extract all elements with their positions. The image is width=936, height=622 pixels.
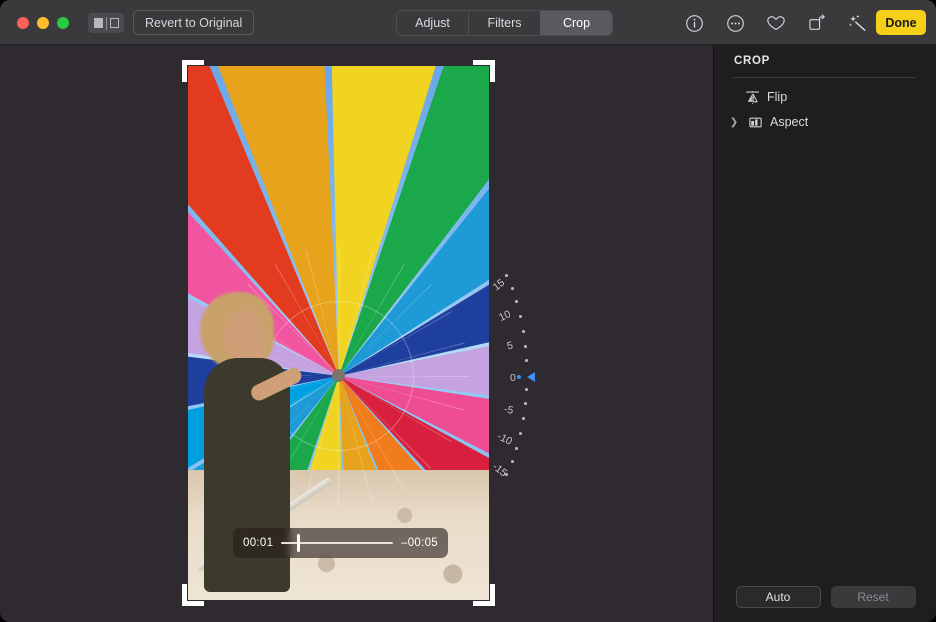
video-scrubber[interactable]: 00:01 –00:05 bbox=[233, 528, 448, 558]
compare-divider bbox=[106, 17, 107, 30]
photo-preview: 00:01 –00:05 bbox=[188, 66, 489, 600]
sidebar-action-buttons: Auto Reset bbox=[714, 586, 936, 608]
sidebar-section-title: CROP bbox=[734, 55, 770, 67]
editor-canvas: 00:01 –00:05 15 10 5 0 -5 -10 -15 bbox=[0, 45, 713, 622]
dial-tick-15: 15 bbox=[491, 277, 508, 294]
sidebar-divider bbox=[733, 77, 916, 78]
crop-frame[interactable]: 00:01 –00:05 bbox=[188, 66, 489, 600]
compare-view-icon[interactable] bbox=[88, 13, 124, 33]
tab-filters[interactable]: Filters bbox=[468, 11, 540, 35]
dial-tick-neg5: -5 bbox=[503, 403, 515, 417]
sidebar-item-aspect-label: Aspect bbox=[770, 115, 808, 129]
tab-adjust[interactable]: Adjust bbox=[397, 11, 468, 35]
dial-tick-5: 5 bbox=[506, 340, 514, 353]
compare-outline-square bbox=[110, 18, 119, 28]
more-options-icon[interactable] bbox=[723, 11, 747, 35]
tab-adjust-label: Adjust bbox=[415, 16, 450, 30]
rotate-icon[interactable] bbox=[805, 11, 829, 35]
toolbar: Revert to Original Adjust Filters Crop bbox=[0, 0, 936, 45]
crop-sidebar: CROP Flip ❯ Aspect bbox=[713, 45, 936, 622]
dial-tick-neg10: -10 bbox=[495, 430, 514, 447]
dial-value-dot bbox=[517, 375, 521, 379]
reset-button[interactable]: Reset bbox=[831, 586, 916, 608]
tab-crop-label: Crop bbox=[563, 16, 590, 30]
elapsed-time: 00:01 bbox=[243, 537, 273, 549]
auto-button[interactable]: Auto bbox=[736, 586, 821, 608]
dial-tick-neg15: -15 bbox=[490, 461, 509, 480]
window-controls bbox=[17, 17, 69, 29]
auto-enhance-icon[interactable] bbox=[845, 11, 869, 35]
done-label: Done bbox=[885, 16, 916, 30]
aspect-icon bbox=[747, 114, 763, 130]
dial-tick-10: 10 bbox=[497, 308, 513, 324]
chevron-right-icon[interactable]: ❯ bbox=[728, 117, 740, 128]
reset-label: Reset bbox=[857, 590, 888, 604]
crop-handle-top-left[interactable] bbox=[182, 60, 204, 82]
compare-filled-square bbox=[94, 18, 103, 28]
photos-editor-window: Revert to Original Adjust Filters Crop bbox=[0, 0, 936, 622]
sidebar-item-flip-label: Flip bbox=[767, 90, 787, 104]
crop-handle-bottom-left[interactable] bbox=[182, 584, 204, 606]
zoom-button[interactable] bbox=[57, 17, 69, 29]
done-button[interactable]: Done bbox=[876, 10, 926, 35]
favorite-heart-icon[interactable] bbox=[764, 11, 788, 35]
scrubber-playhead[interactable] bbox=[297, 534, 300, 552]
minimize-button[interactable] bbox=[37, 17, 49, 29]
dial-value-pointer[interactable] bbox=[527, 372, 535, 382]
revert-to-original-button[interactable]: Revert to Original bbox=[133, 10, 254, 35]
sidebar-item-flip[interactable]: Flip bbox=[728, 85, 928, 109]
remaining-time: –00:05 bbox=[401, 537, 438, 549]
auto-label: Auto bbox=[766, 590, 791, 604]
scrubber-track-wrap[interactable] bbox=[281, 528, 393, 558]
crop-handle-bottom-right[interactable] bbox=[473, 584, 495, 606]
dial-tick-0: 0 bbox=[510, 372, 516, 384]
revert-label: Revert to Original bbox=[145, 16, 242, 30]
tab-filters-label: Filters bbox=[487, 16, 521, 30]
info-icon[interactable] bbox=[682, 11, 706, 35]
edit-mode-segmented-control: Adjust Filters Crop bbox=[396, 10, 613, 36]
close-button[interactable] bbox=[17, 17, 29, 29]
sidebar-item-aspect[interactable]: ❯ Aspect bbox=[728, 110, 928, 134]
crop-handle-top-right[interactable] bbox=[473, 60, 495, 82]
rotation-dial[interactable]: 15 10 5 0 -5 -10 -15 bbox=[489, 270, 549, 485]
tab-crop[interactable]: Crop bbox=[540, 11, 612, 35]
flip-icon bbox=[744, 89, 760, 105]
